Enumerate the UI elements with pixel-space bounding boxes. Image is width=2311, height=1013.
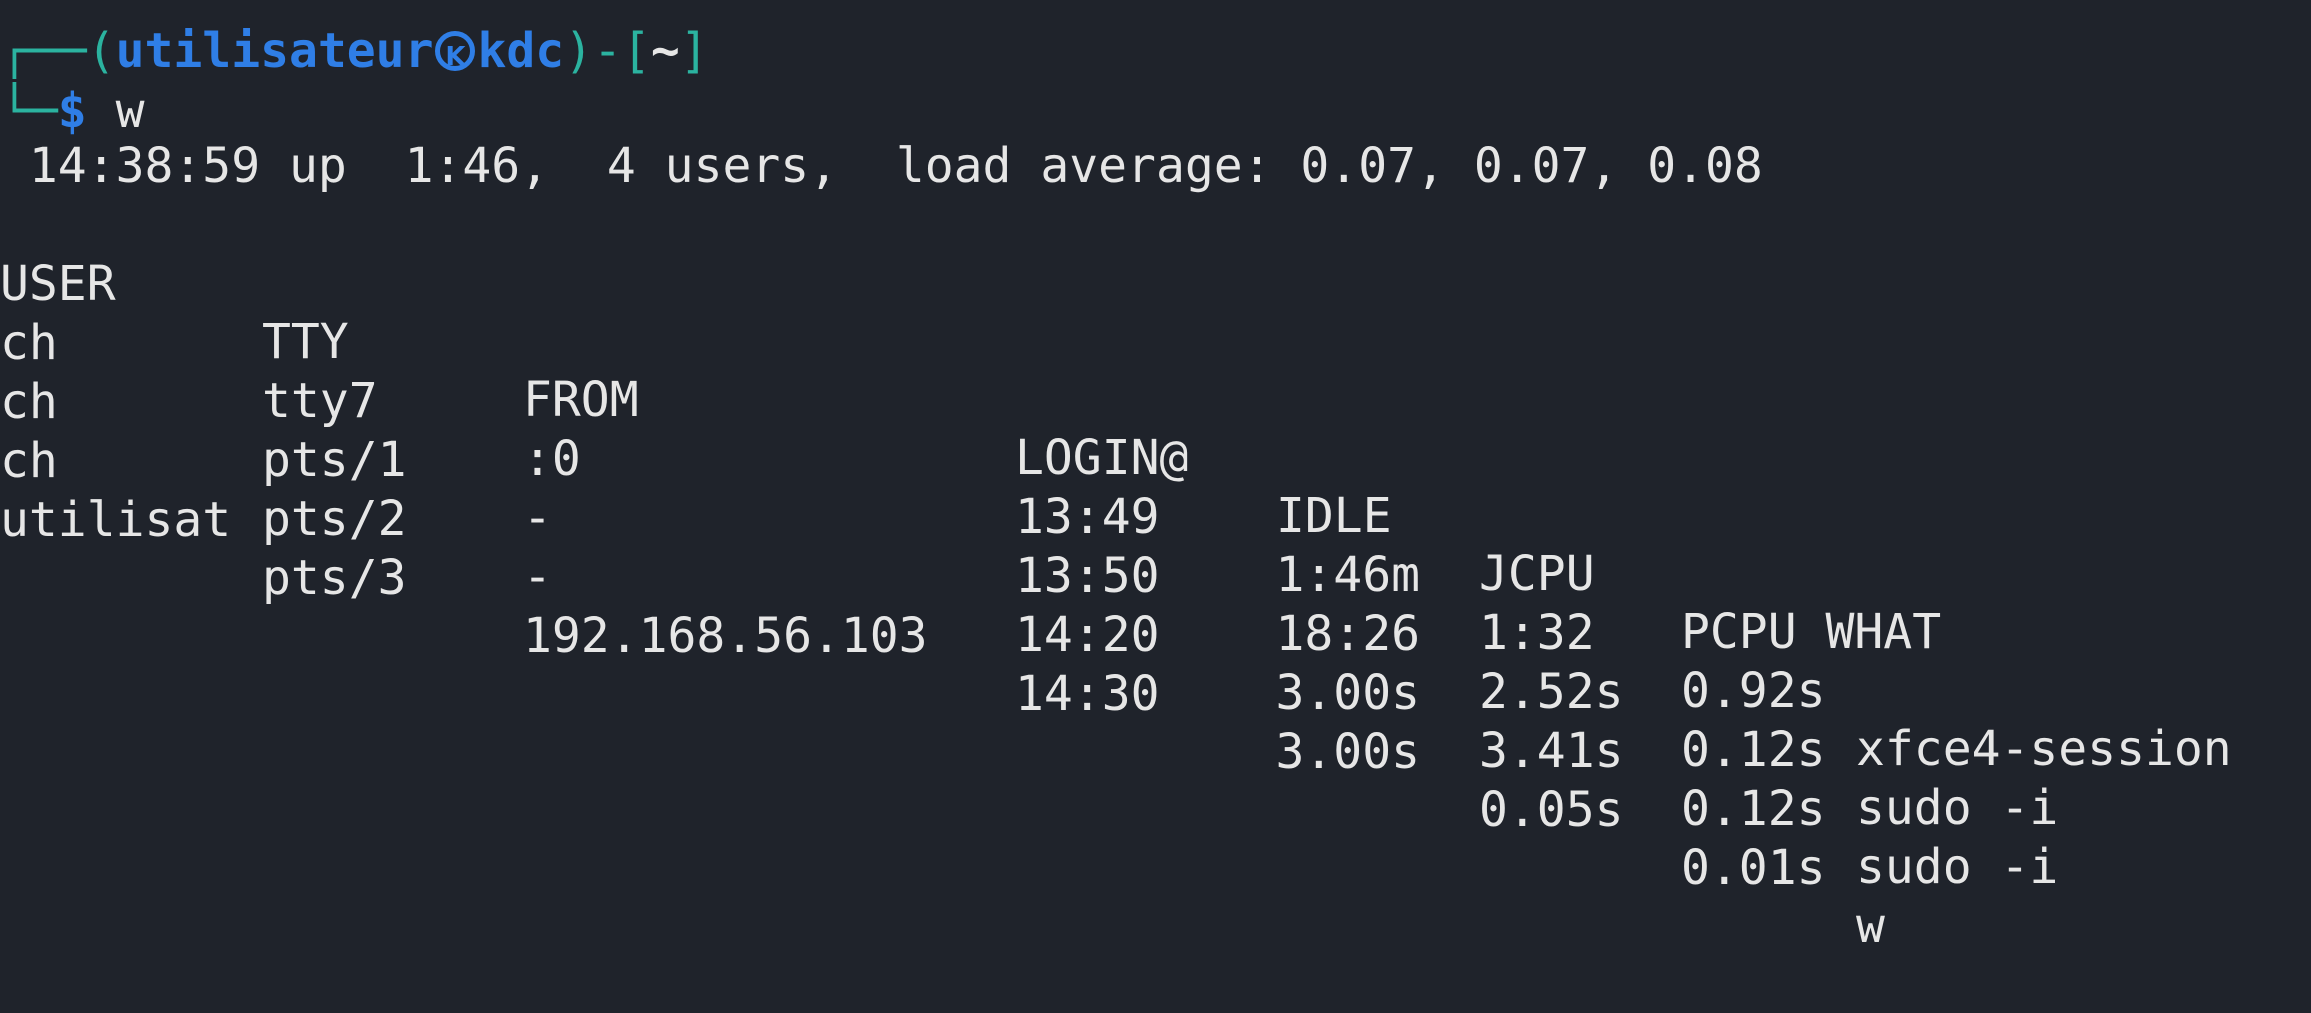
header-tty: TTY (262, 314, 349, 370)
cell-jcpu: 3.41s (1479, 723, 1624, 779)
prompt-mid: )-[ (564, 23, 651, 79)
header-jcpu: JCPU (1479, 546, 1595, 602)
cell-tty: tty7 (262, 373, 378, 429)
cell-login: 14:20 (1015, 607, 1160, 663)
cell-jcpu: 1:32 (1479, 605, 1595, 661)
prompt-corner: └─ (0, 83, 58, 139)
prompt-command-line: └─$ w (0, 82, 145, 140)
cell-what: xfce4-session (1856, 721, 2232, 777)
header-idle: IDLE (1276, 488, 1392, 544)
cell-from: - (523, 490, 552, 546)
prompt-user: utilisateur (115, 23, 434, 79)
uptime-summary: 14:38:59 up 1:46, 4 users, load average:… (0, 138, 1763, 194)
command-text: w (115, 83, 145, 139)
header-from: FROM (523, 372, 639, 428)
cell-login: 14:30 (1015, 666, 1160, 722)
cell-pcpu: 0.12s (1681, 781, 1826, 837)
cell-tty: pts/1 (262, 432, 407, 488)
cell-from: 192.168.56.103 (523, 608, 928, 664)
cell-what: sudo -i (1856, 780, 2059, 836)
cell-pcpu: 0.92s (1681, 663, 1826, 719)
prompt-host: kdc (477, 23, 565, 79)
cell-idle: 3.00s (1275, 724, 1421, 780)
prompt-cwd: ~ (650, 23, 680, 79)
kali-dragon-icon (435, 28, 476, 86)
cell-idle: 18:26 (1275, 606, 1421, 662)
cell-login: 13:50 (1015, 548, 1160, 604)
cell-what: sudo -i (1856, 839, 2059, 895)
cell-what: w (1856, 898, 1885, 954)
prompt-close: ] (679, 23, 709, 79)
table-row: utilisat pts/3 192.168.56.103 14:30 3.00… (0, 433, 1885, 1013)
cell-idle: 3.00s (1275, 665, 1421, 721)
cell-pcpu: 0.01s (1681, 840, 1826, 896)
cell-user: utilisat (0, 492, 232, 548)
cell-pcpu: 0.12s (1681, 722, 1826, 778)
header-pcpu-what: PCPU WHAT (1681, 604, 1942, 660)
cell-jcpu: 2.52s (1479, 664, 1624, 720)
cell-from: :0 (523, 431, 581, 487)
prompt-dollar: $ (57, 83, 87, 139)
prompt-open: ┌──( (0, 23, 116, 79)
cell-tty: pts/2 (262, 491, 407, 547)
cell-jcpu: 0.05s (1479, 782, 1624, 838)
cell-idle: 1:46m (1275, 547, 1421, 603)
cell-login: 13:49 (1015, 489, 1160, 545)
prompt-header: ┌──(utilisateur kdc)-[~] (0, 22, 709, 86)
terminal-window[interactable]: ┌──(utilisateur kdc)-[~] └─$ w 14:38:59 u… (0, 0, 2311, 954)
cell-from: - (523, 549, 552, 605)
cell-tty: pts/3 (262, 550, 407, 606)
header-login: LOGIN@ (1015, 430, 1189, 486)
